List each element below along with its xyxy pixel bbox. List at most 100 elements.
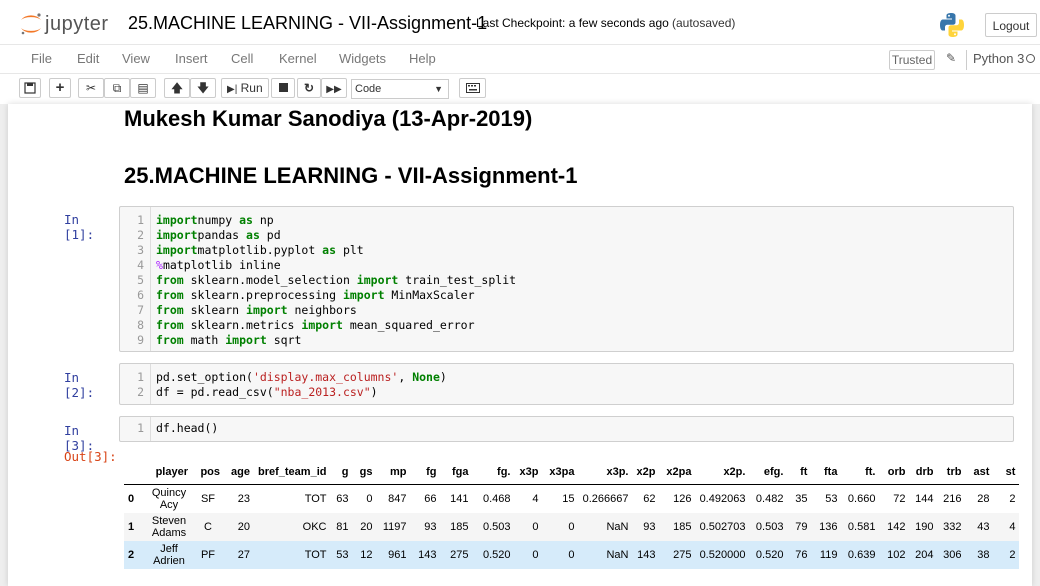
restart-button[interactable]: ↻ xyxy=(297,78,321,98)
run-button[interactable]: ▶| Run xyxy=(221,78,269,98)
table-cell: 0 xyxy=(532,548,539,561)
markdown-heading-author[interactable]: Mukesh Kumar Sanodiya (13-Apr-2019) xyxy=(124,106,532,132)
dataframe-header-row: player pos age bref_team_id g gs mp fg fga fg. x3p… xyxy=(124,460,1020,485)
menu-cell[interactable]: Cell xyxy=(231,51,253,66)
column-header: gs xyxy=(352,460,377,485)
code-line: 5 from sklearn.model_selection import tra… xyxy=(120,273,1013,288)
table-cell: 2 xyxy=(1009,492,1016,505)
line-number: 2 xyxy=(137,385,144,399)
table-cell: Quincy Acy xyxy=(151,486,187,511)
interrupt-button[interactable] xyxy=(271,78,295,98)
scissors-icon: ✂ xyxy=(85,81,97,95)
code-text: from sklearn.metrics import mean_squared… xyxy=(156,318,475,332)
table-cell: PF xyxy=(200,548,216,561)
insert-cell-button[interactable]: + xyxy=(49,78,71,98)
cell-type-select[interactable]: Code ▼ xyxy=(351,79,449,99)
code-line: 9 from math import sqrt xyxy=(120,333,1013,348)
table-cell: 63 xyxy=(336,492,349,505)
logout-button[interactable]: Logout xyxy=(985,13,1037,37)
fast-forward-icon: ▶▶ xyxy=(326,84,342,95)
column-header: x2p. xyxy=(695,460,750,485)
table-cell: 0.492063 xyxy=(699,492,746,505)
table-cell: 27 xyxy=(237,548,250,561)
menu-help[interactable]: Help xyxy=(409,51,436,66)
restart-run-all-button[interactable]: ▶▶ xyxy=(321,78,347,98)
table-cell: 0.503 xyxy=(755,520,784,533)
keyboard-icon xyxy=(465,83,480,93)
code-cell-2[interactable]: 1 pd.set_option('display.max_columns', No… xyxy=(119,363,1014,405)
line-number: 1 xyxy=(137,370,144,384)
code-line: 2 importpandas as pd xyxy=(120,228,1013,243)
code-text: importmatplotlib.pyplot as plt xyxy=(156,243,364,257)
table-cell: 306 xyxy=(943,548,962,561)
line-number: 8 xyxy=(137,318,144,332)
save-button[interactable] xyxy=(19,78,41,98)
dataframe-output: player pos age bref_team_id g gs mp fg fga fg. x3p… xyxy=(124,460,1020,569)
table-cell: Steven Adams xyxy=(151,514,187,539)
menu-edit[interactable]: Edit xyxy=(77,51,99,66)
index-header xyxy=(124,460,146,485)
menu-view[interactable]: View xyxy=(122,51,150,66)
table-cell: 0 xyxy=(366,492,373,505)
column-header: g xyxy=(330,460,353,485)
move-up-button[interactable]: 🡅 xyxy=(164,78,190,98)
menu-file[interactable]: File xyxy=(31,51,52,66)
caret-down-icon: ▼ xyxy=(434,84,443,94)
restart-icon: ↻ xyxy=(303,81,315,95)
checkpoint-status: Last Checkpoint: a few seconds ago xyxy=(476,16,669,30)
code-text: importnumpy as np xyxy=(156,213,274,227)
line-number: 1 xyxy=(137,421,144,435)
kernel-idle-icon xyxy=(1026,54,1035,63)
column-header: x3pa xyxy=(542,460,579,485)
table-row[interactable]: 0 Quincy Acy SF 23 TOT 63 0 847 66 141 0.468 4 15 0.2… xyxy=(124,485,1019,513)
table-cell: 79 xyxy=(795,520,808,533)
menu-insert[interactable]: Insert xyxy=(175,51,208,66)
table-cell: NaN xyxy=(606,520,629,533)
code-line: 6 from sklearn.preprocessing import MinMa… xyxy=(120,288,1013,303)
paste-button[interactable]: ▤ xyxy=(130,78,156,98)
kernel-name[interactable]: Python 3 xyxy=(973,51,1024,66)
table-cell: 0 xyxy=(532,520,539,533)
code-text: pd.set_option('display.max_columns', Non… xyxy=(156,370,447,384)
column-header: efg. xyxy=(749,460,788,485)
table-row[interactable]: 1 Steven Adams C 20 OKC 81 20 1197 93 185 0.503 0 0 N… xyxy=(124,512,1020,541)
copy-icon: ⧉ xyxy=(112,81,122,95)
jupyter-logo-text[interactable]: jupyter xyxy=(45,13,109,36)
cut-button[interactable]: ✂ xyxy=(78,78,104,98)
input-prompt-2: In [2]: xyxy=(64,370,95,400)
table-cell: 62 xyxy=(643,492,656,505)
table-cell: 66 xyxy=(424,492,437,505)
save-icon xyxy=(24,82,36,94)
table-cell: 12 xyxy=(360,548,373,561)
code-text: %matplotlib inline xyxy=(156,258,281,272)
trusted-badge[interactable]: Trusted xyxy=(889,50,935,70)
code-line: 8 from sklearn.metrics import mean_square… xyxy=(120,318,1013,333)
table-cell: 136 xyxy=(819,520,838,533)
line-number: 6 xyxy=(137,288,144,302)
table-cell: 275 xyxy=(450,548,469,561)
table-cell: 20 xyxy=(360,520,373,533)
code-cell-3[interactable]: 1 df.head() xyxy=(119,416,1014,442)
title-bar: jupyter 25.MACHINE LEARNING - VII-Assign… xyxy=(0,3,1040,41)
table-cell: 28 xyxy=(977,492,990,505)
table-cell: 53 xyxy=(825,492,838,505)
input-prompt-1: In [1]: xyxy=(64,212,95,242)
table-cell: 0.639 xyxy=(847,548,876,561)
edit-pencil-icon[interactable]: ✎ xyxy=(946,51,956,65)
table-cell: 4 xyxy=(1009,520,1016,533)
move-down-button[interactable]: 🡇 xyxy=(190,78,216,98)
jupyter-logo-icon[interactable] xyxy=(18,11,44,37)
table-cell: 119 xyxy=(819,548,838,561)
table-row[interactable]: 2 Jeff Adrien PF 27 TOT 53 12 961 143 275 0.520 0 0 N… xyxy=(124,540,1020,569)
run-label: Run xyxy=(240,81,263,95)
notebook-title[interactable]: 25.MACHINE LEARNING - VII-Assignment-1 xyxy=(128,13,487,34)
copy-button[interactable]: ⧉ xyxy=(104,78,130,98)
markdown-heading-title[interactable]: 25.MACHINE LEARNING - VII-Assignment-1 xyxy=(124,163,578,189)
column-header: ft. xyxy=(841,460,880,485)
menu-kernel[interactable]: Kernel xyxy=(279,51,317,66)
code-line: 1 importnumpy as np xyxy=(120,213,1013,228)
menu-widgets[interactable]: Widgets xyxy=(339,51,386,66)
table-cell: 0 xyxy=(568,520,575,533)
code-cell-1[interactable]: 1 importnumpy as np 2 importpandas as pd 3 im… xyxy=(119,206,1014,352)
command-palette-button[interactable] xyxy=(459,78,486,98)
